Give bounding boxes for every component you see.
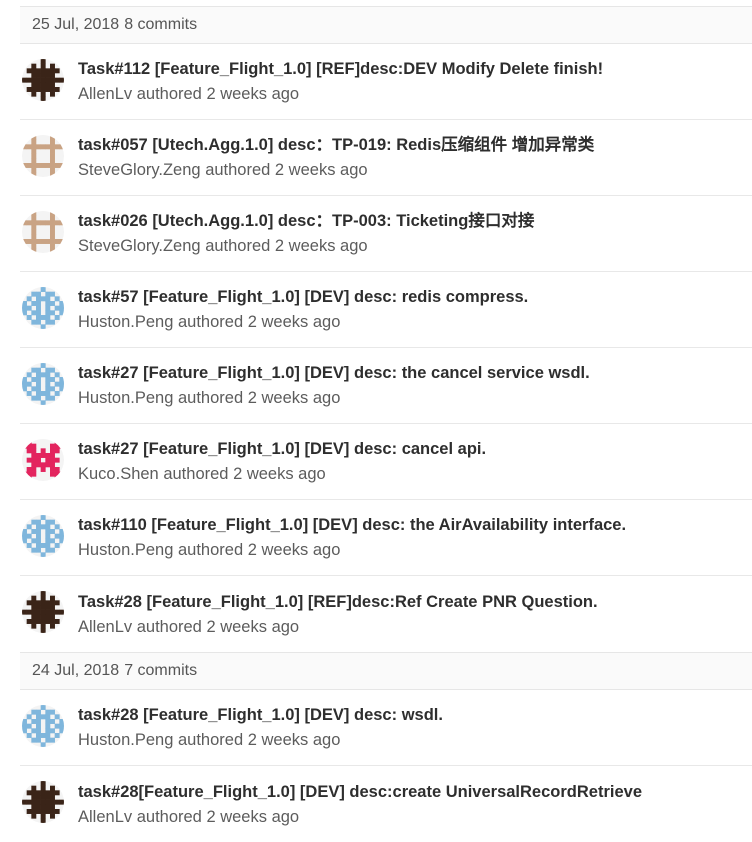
identicon-avatar-icon[interactable] (22, 210, 64, 253)
commit-author-link[interactable]: Huston.Peng (78, 541, 173, 559)
commit-author-link[interactable]: Huston.Peng (78, 389, 173, 407)
commit-meta: SteveGlory.Zeng authored 2 weeks ago (78, 235, 534, 257)
commit-meta: Huston.Peng authored 2 weeks ago (78, 311, 528, 333)
day-date: 25 Jul, 2018 (32, 16, 120, 33)
commit-title-link[interactable]: task#110 [Feature_Flight_1.0] [DEV] desc… (78, 514, 626, 536)
commit-meta: AllenLv authored 2 weeks ago (78, 616, 598, 638)
commit-row: task#27 [Feature_Flight_1.0] [DEV] desc:… (20, 348, 752, 424)
commit-action: authored (205, 237, 271, 255)
day-commit-count: 8 commits (124, 16, 198, 33)
commit-action: authored (205, 161, 271, 179)
commit-action: authored (178, 731, 244, 749)
commit-row: task#28 [Feature_Flight_1.0] [DEV] desc:… (20, 690, 752, 766)
commit-title-link[interactable]: task#057 [Utech.Agg.1.0] desc：TP-019: Re… (78, 134, 594, 156)
day-header: 25 Jul, 2018 8 commits (20, 6, 752, 44)
day-commit-count: 7 commits (124, 662, 198, 679)
commit-row: Task#28 [Feature_Flight_1.0] [REF]desc:R… (20, 576, 752, 652)
commit-time: 2 weeks ago (206, 85, 300, 103)
commit-meta: Kuco.Shen authored 2 weeks ago (78, 463, 486, 485)
commit-meta: AllenLv authored 2 weeks ago (78, 806, 642, 828)
commit-title-link[interactable]: Task#112 [Feature_Flight_1.0] [REF]desc:… (78, 58, 603, 80)
commit-time: 2 weeks ago (247, 541, 341, 559)
commit-author-link[interactable]: AllenLv (78, 808, 132, 826)
commit-author-link[interactable]: SteveGlory.Zeng (78, 161, 201, 179)
day-header: 24 Jul, 2018 7 commits (20, 652, 752, 690)
commit-title-link[interactable]: task#28 [Feature_Flight_1.0] [DEV] desc:… (78, 704, 443, 726)
commit-author-link[interactable]: AllenLv (78, 85, 132, 103)
commit-action: authored (163, 465, 229, 483)
commit-time: 2 weeks ago (247, 389, 341, 407)
identicon-avatar-icon[interactable] (22, 704, 64, 747)
commit-author-link[interactable]: Huston.Peng (78, 731, 173, 749)
commit-action: authored (178, 389, 244, 407)
commit-title-link[interactable]: task#026 [Utech.Agg.1.0] desc：TP-003: Ti… (78, 210, 534, 232)
commit-row: task#27 [Feature_Flight_1.0] [DEV] desc:… (20, 424, 752, 500)
commit-action: authored (178, 313, 244, 331)
commit-row: task#057 [Utech.Agg.1.0] desc：TP-019: Re… (20, 120, 752, 196)
day-date: 24 Jul, 2018 (32, 662, 120, 679)
commit-author-link[interactable]: AllenLv (78, 618, 132, 636)
commit-action: authored (178, 541, 244, 559)
commit-title-link[interactable]: task#27 [Feature_Flight_1.0] [DEV] desc:… (78, 438, 486, 460)
commit-meta: Huston.Peng authored 2 weeks ago (78, 729, 443, 751)
commit-title-link[interactable]: task#28[Feature_Flight_1.0] [DEV] desc:c… (78, 781, 642, 803)
identicon-avatar-icon[interactable] (22, 134, 64, 177)
commit-list: 25 Jul, 2018 8 commits Task#112 [Feature… (20, 6, 752, 842)
commit-meta: Huston.Peng authored 2 weeks ago (78, 387, 590, 409)
identicon-avatar-icon[interactable] (22, 58, 64, 101)
identicon-avatar-icon[interactable] (22, 438, 64, 481)
commit-meta: Huston.Peng authored 2 weeks ago (78, 539, 626, 561)
commit-title-link[interactable]: Task#28 [Feature_Flight_1.0] [REF]desc:R… (78, 591, 598, 613)
commit-title-link[interactable]: task#57 [Feature_Flight_1.0] [DEV] desc:… (78, 286, 528, 308)
commit-meta: SteveGlory.Zeng authored 2 weeks ago (78, 159, 594, 181)
commit-time: 2 weeks ago (247, 313, 341, 331)
commit-row: Task#112 [Feature_Flight_1.0] [REF]desc:… (20, 44, 752, 120)
commit-row: task#110 [Feature_Flight_1.0] [DEV] desc… (20, 500, 752, 576)
commit-time: 2 weeks ago (274, 237, 368, 255)
commit-title-link[interactable]: task#27 [Feature_Flight_1.0] [DEV] desc:… (78, 362, 590, 384)
commit-time: 2 weeks ago (206, 807, 300, 826)
commit-action: authored (136, 807, 202, 826)
commit-time: 2 weeks ago (206, 617, 300, 636)
commit-author-link[interactable]: Kuco.Shen (78, 465, 159, 483)
commit-author-link[interactable]: Huston.Peng (78, 313, 173, 331)
identicon-avatar-icon[interactable] (22, 591, 64, 633)
commit-meta: AllenLv authored 2 weeks ago (78, 83, 603, 105)
identicon-avatar-icon[interactable] (22, 286, 64, 329)
commit-time: 2 weeks ago (233, 465, 326, 483)
identicon-avatar-icon[interactable] (22, 514, 64, 557)
commit-time: 2 weeks ago (274, 161, 368, 179)
commit-action: authored (136, 85, 202, 103)
commit-row: task#57 [Feature_Flight_1.0] [DEV] desc:… (20, 272, 752, 348)
commit-row: task#28[Feature_Flight_1.0] [DEV] desc:c… (20, 766, 752, 842)
commit-row: task#026 [Utech.Agg.1.0] desc：TP-003: Ti… (20, 196, 752, 272)
commit-action: authored (136, 617, 202, 636)
commit-time: 2 weeks ago (247, 731, 341, 749)
commit-author-link[interactable]: SteveGlory.Zeng (78, 237, 201, 255)
identicon-avatar-icon[interactable] (22, 362, 64, 405)
identicon-avatar-icon[interactable] (22, 781, 64, 823)
